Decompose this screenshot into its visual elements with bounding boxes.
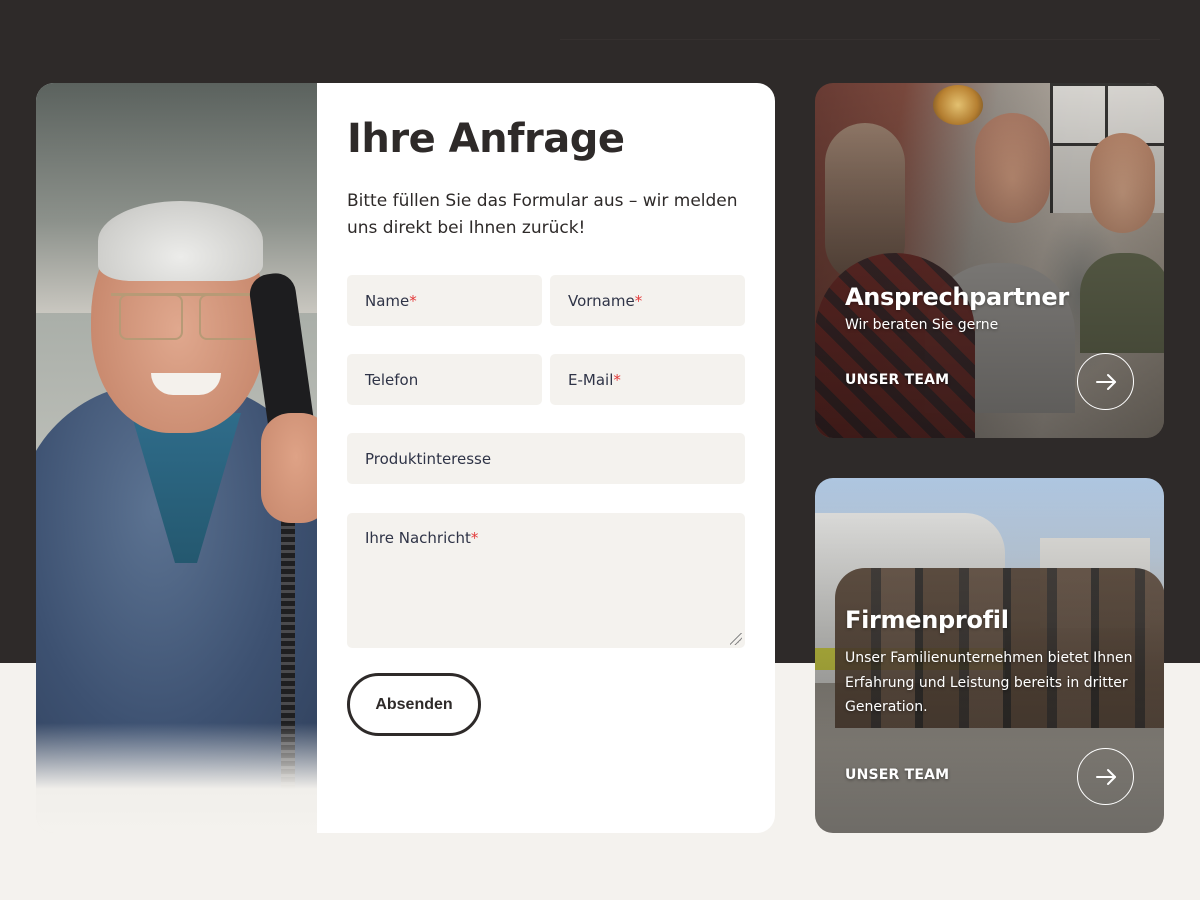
form-intro: Bitte füllen Sie das Formular aus – wir … (347, 191, 738, 238)
email-label: E-Mail (568, 370, 614, 389)
required-mark: * (634, 291, 643, 310)
unser-team-link[interactable]: UNSER TEAM (845, 767, 949, 783)
contact-row: Telefon E-Mail * (347, 354, 745, 405)
produktinteresse-field[interactable]: Produktinteresse (347, 433, 745, 484)
card-subtitle: Unser Familienunternehmen bietet Ihnen E… (845, 650, 1133, 715)
required-mark: * (470, 529, 479, 547)
required-mark: * (613, 370, 621, 389)
email-field[interactable]: E-Mail * (550, 354, 745, 405)
card-title: Ansprechpartner (845, 283, 1069, 311)
card-title: Firmenprofil (845, 606, 1009, 634)
name-field[interactable]: Name * (347, 275, 542, 326)
ansprechpartner-card[interactable]: Ansprechpartner Wir beraten Sie gerne UN… (815, 83, 1164, 438)
arrow-right-icon[interactable] (1077, 353, 1134, 410)
telefon-label: Telefon (365, 370, 419, 389)
nachricht-label: Ihre Nachricht (365, 529, 471, 547)
telefon-field[interactable]: Telefon (347, 354, 542, 405)
produktinteresse-label: Produktinteresse (365, 449, 492, 468)
nachricht-textarea[interactable]: Ihre Nachricht* (347, 513, 745, 648)
name-row: Name * Vorname * (347, 275, 745, 326)
resize-handle-icon[interactable] (730, 633, 742, 645)
contact-form-card: Ihre Anfrage Bitte füllen Sie das Formul… (36, 83, 775, 833)
submit-button[interactable]: Absenden (347, 673, 481, 736)
required-mark: * (409, 291, 417, 310)
name-label: Name (365, 291, 410, 310)
arrow-right-icon[interactable] (1077, 748, 1134, 805)
contact-person-photo (36, 83, 317, 833)
form-title: Ihre Anfrage (347, 116, 625, 162)
header-divider (560, 0, 1160, 40)
inquiry-form: Ihre Anfrage Bitte füllen Sie das Formul… (317, 83, 775, 833)
firmenprofil-card[interactable]: Firmenprofil Unser Familienunternehmen b… (815, 478, 1164, 833)
unser-team-link[interactable]: UNSER TEAM (845, 372, 949, 388)
card-subtitle: Wir beraten Sie gerne (845, 317, 999, 333)
vorname-label: Vorname (568, 291, 635, 310)
vorname-field[interactable]: Vorname * (550, 275, 745, 326)
